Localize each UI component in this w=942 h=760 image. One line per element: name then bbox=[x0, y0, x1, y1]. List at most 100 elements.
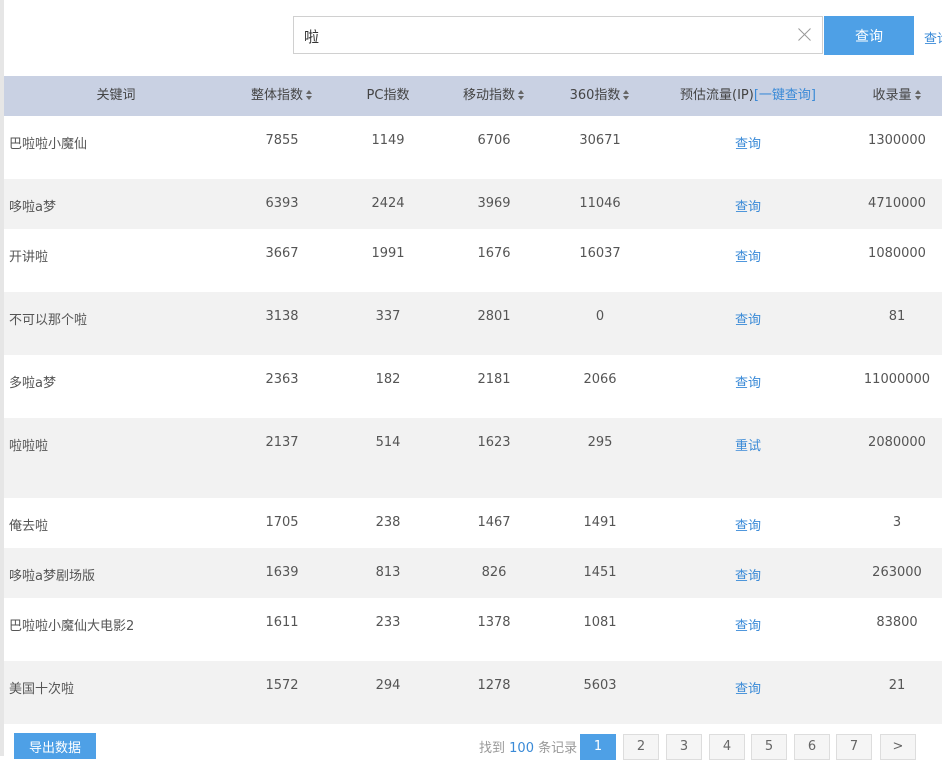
search-box bbox=[293, 16, 823, 54]
query-all-link[interactable]: [一键查询] bbox=[754, 88, 816, 103]
cell-360: 1081 bbox=[583, 615, 617, 630]
cell-traffic-link[interactable]: 查询 bbox=[652, 678, 844, 697]
cell-mobile: 1676 bbox=[477, 246, 511, 261]
page-button-5[interactable]: 5 bbox=[751, 734, 787, 760]
header-pc-index: PC指数 bbox=[366, 88, 410, 103]
cell-pc: 1991 bbox=[371, 246, 405, 261]
page-button-7[interactable]: 7 bbox=[836, 734, 872, 760]
cell-pc: 514 bbox=[375, 435, 401, 450]
cell-indexed: 21 bbox=[888, 678, 906, 693]
cell-indexed: 3 bbox=[892, 515, 902, 530]
cell-mobile: 2801 bbox=[477, 309, 511, 324]
cell-pc: 294 bbox=[375, 678, 401, 693]
cell-360: 0 bbox=[595, 309, 605, 324]
cell-360: 295 bbox=[587, 435, 613, 450]
record-count: 找到 100 条记录 bbox=[479, 741, 578, 756]
cell-keyword: 巴啦啦小魔仙大电影2 bbox=[9, 619, 135, 634]
cell-overall: 1639 bbox=[265, 565, 299, 580]
cell-traffic-link[interactable]: 查询 bbox=[652, 615, 844, 634]
cell-overall: 1705 bbox=[265, 515, 299, 530]
cell-mobile: 1378 bbox=[477, 615, 511, 630]
cell-mobile: 2181 bbox=[477, 372, 511, 387]
cell-pc: 813 bbox=[375, 565, 401, 580]
table-row: 开讲啦 3667 1991 1676 16037 查询 1080000 bbox=[4, 229, 942, 292]
cell-indexed: 263000 bbox=[872, 565, 922, 580]
cell-pc: 182 bbox=[375, 372, 401, 387]
cell-overall: 7855 bbox=[265, 133, 299, 148]
table-row: 啦啦啦 2137 514 1623 295 重试 2080000 bbox=[4, 418, 942, 498]
cell-overall: 3667 bbox=[265, 246, 299, 261]
page-button-6[interactable]: 6 bbox=[794, 734, 830, 760]
page-button-3[interactable]: 3 bbox=[666, 734, 702, 760]
cell-360: 5603 bbox=[583, 678, 617, 693]
sort-icon[interactable] bbox=[623, 90, 630, 100]
sort-icon[interactable] bbox=[306, 90, 313, 100]
header-indexed[interactable]: 收录量 bbox=[844, 76, 942, 116]
cell-keyword: 哆啦a梦 bbox=[9, 200, 56, 215]
cell-overall: 6393 bbox=[265, 196, 299, 211]
cell-mobile: 1278 bbox=[477, 678, 511, 693]
header-traffic: 预估流量(IP)[一键查询] bbox=[680, 88, 816, 103]
cell-mobile: 1623 bbox=[477, 435, 511, 450]
header-keyword: 关键词 bbox=[96, 88, 136, 103]
cell-360: 11046 bbox=[579, 196, 621, 211]
search-bar: 查询 查询 bbox=[0, 0, 942, 76]
page-button-1[interactable]: 1 bbox=[580, 734, 616, 760]
header-mobile-index[interactable]: 移动指数 bbox=[440, 76, 548, 116]
cell-keyword: 俺去啦 bbox=[9, 519, 49, 534]
cell-traffic-link[interactable]: 查询 bbox=[652, 515, 844, 534]
cell-pc: 1149 bbox=[371, 133, 405, 148]
cell-traffic-link[interactable]: 查询 bbox=[652, 309, 844, 328]
cell-mobile: 1467 bbox=[477, 515, 511, 530]
page-button-2[interactable]: 2 bbox=[623, 734, 659, 760]
search-input[interactable] bbox=[304, 25, 784, 47]
cell-360: 1491 bbox=[583, 515, 617, 530]
cell-traffic-link[interactable]: 查询 bbox=[652, 372, 844, 391]
cell-indexed: 81 bbox=[888, 309, 906, 324]
cell-pc: 337 bbox=[375, 309, 401, 324]
cell-360: 16037 bbox=[579, 246, 621, 261]
search-button[interactable]: 查询 bbox=[824, 16, 914, 55]
cell-360: 30671 bbox=[579, 133, 621, 148]
cell-indexed: 4710000 bbox=[868, 196, 926, 211]
cell-keyword: 啦啦啦 bbox=[9, 439, 49, 454]
cell-indexed: 1080000 bbox=[868, 246, 926, 261]
cell-pc: 238 bbox=[375, 515, 401, 530]
cell-traffic-link[interactable]: 查询 bbox=[652, 133, 844, 152]
cell-indexed: 83800 bbox=[876, 615, 918, 630]
cell-keyword: 多啦a梦 bbox=[9, 376, 56, 391]
cell-indexed: 1300000 bbox=[868, 133, 926, 148]
cell-mobile: 6706 bbox=[477, 133, 511, 148]
cell-traffic-link[interactable]: 查询 bbox=[652, 246, 844, 265]
header-overall-index[interactable]: 整体指数 bbox=[228, 76, 336, 116]
table-row: 不可以那个啦 3138 337 2801 0 查询 81 bbox=[4, 292, 942, 355]
cell-traffic-link[interactable]: 查询 bbox=[652, 565, 844, 584]
cell-overall: 3138 bbox=[265, 309, 299, 324]
cell-traffic-link[interactable]: 查询 bbox=[652, 196, 844, 215]
cell-indexed: 11000000 bbox=[863, 372, 931, 387]
cell-pc: 233 bbox=[375, 615, 401, 630]
cell-mobile: 826 bbox=[481, 565, 507, 580]
cell-keyword: 美国十次啦 bbox=[9, 682, 75, 697]
table-row: 多啦a梦 2363 182 2181 2066 查询 11000000 bbox=[4, 355, 942, 418]
sort-icon[interactable] bbox=[914, 90, 922, 100]
sort-icon[interactable] bbox=[518, 90, 525, 100]
export-button[interactable]: 导出数据 bbox=[14, 733, 96, 759]
cell-overall: 1572 bbox=[265, 678, 299, 693]
table-row: 巴啦啦小魔仙 7855 1149 6706 30671 查询 1300000 bbox=[4, 116, 942, 179]
table-row: 哆啦a梦 6393 2424 3969 11046 查询 4710000 bbox=[4, 179, 942, 229]
table-row: 哆啦a梦剧场版 1639 813 826 1451 查询 263000 bbox=[4, 548, 942, 598]
header-360-index[interactable]: 360指数 bbox=[548, 76, 652, 116]
page-button-4[interactable]: 4 bbox=[709, 734, 745, 760]
cell-pc: 2424 bbox=[371, 196, 405, 211]
clear-icon[interactable] bbox=[797, 26, 813, 42]
cell-keyword: 巴啦啦小魔仙 bbox=[9, 137, 88, 152]
table-header: 关键词 整体指数 PC指数 移动指数 360指数 预估流量(IP)[一键查询] … bbox=[4, 76, 942, 116]
query-link[interactable]: 查询 bbox=[924, 28, 942, 47]
cell-traffic-link[interactable]: 重试 bbox=[652, 435, 844, 454]
cell-360: 1451 bbox=[583, 565, 617, 580]
cell-keyword: 开讲啦 bbox=[9, 250, 49, 265]
cell-keyword: 不可以那个啦 bbox=[9, 313, 88, 328]
cell-360: 2066 bbox=[583, 372, 617, 387]
next-page-button[interactable]: > bbox=[880, 734, 916, 760]
